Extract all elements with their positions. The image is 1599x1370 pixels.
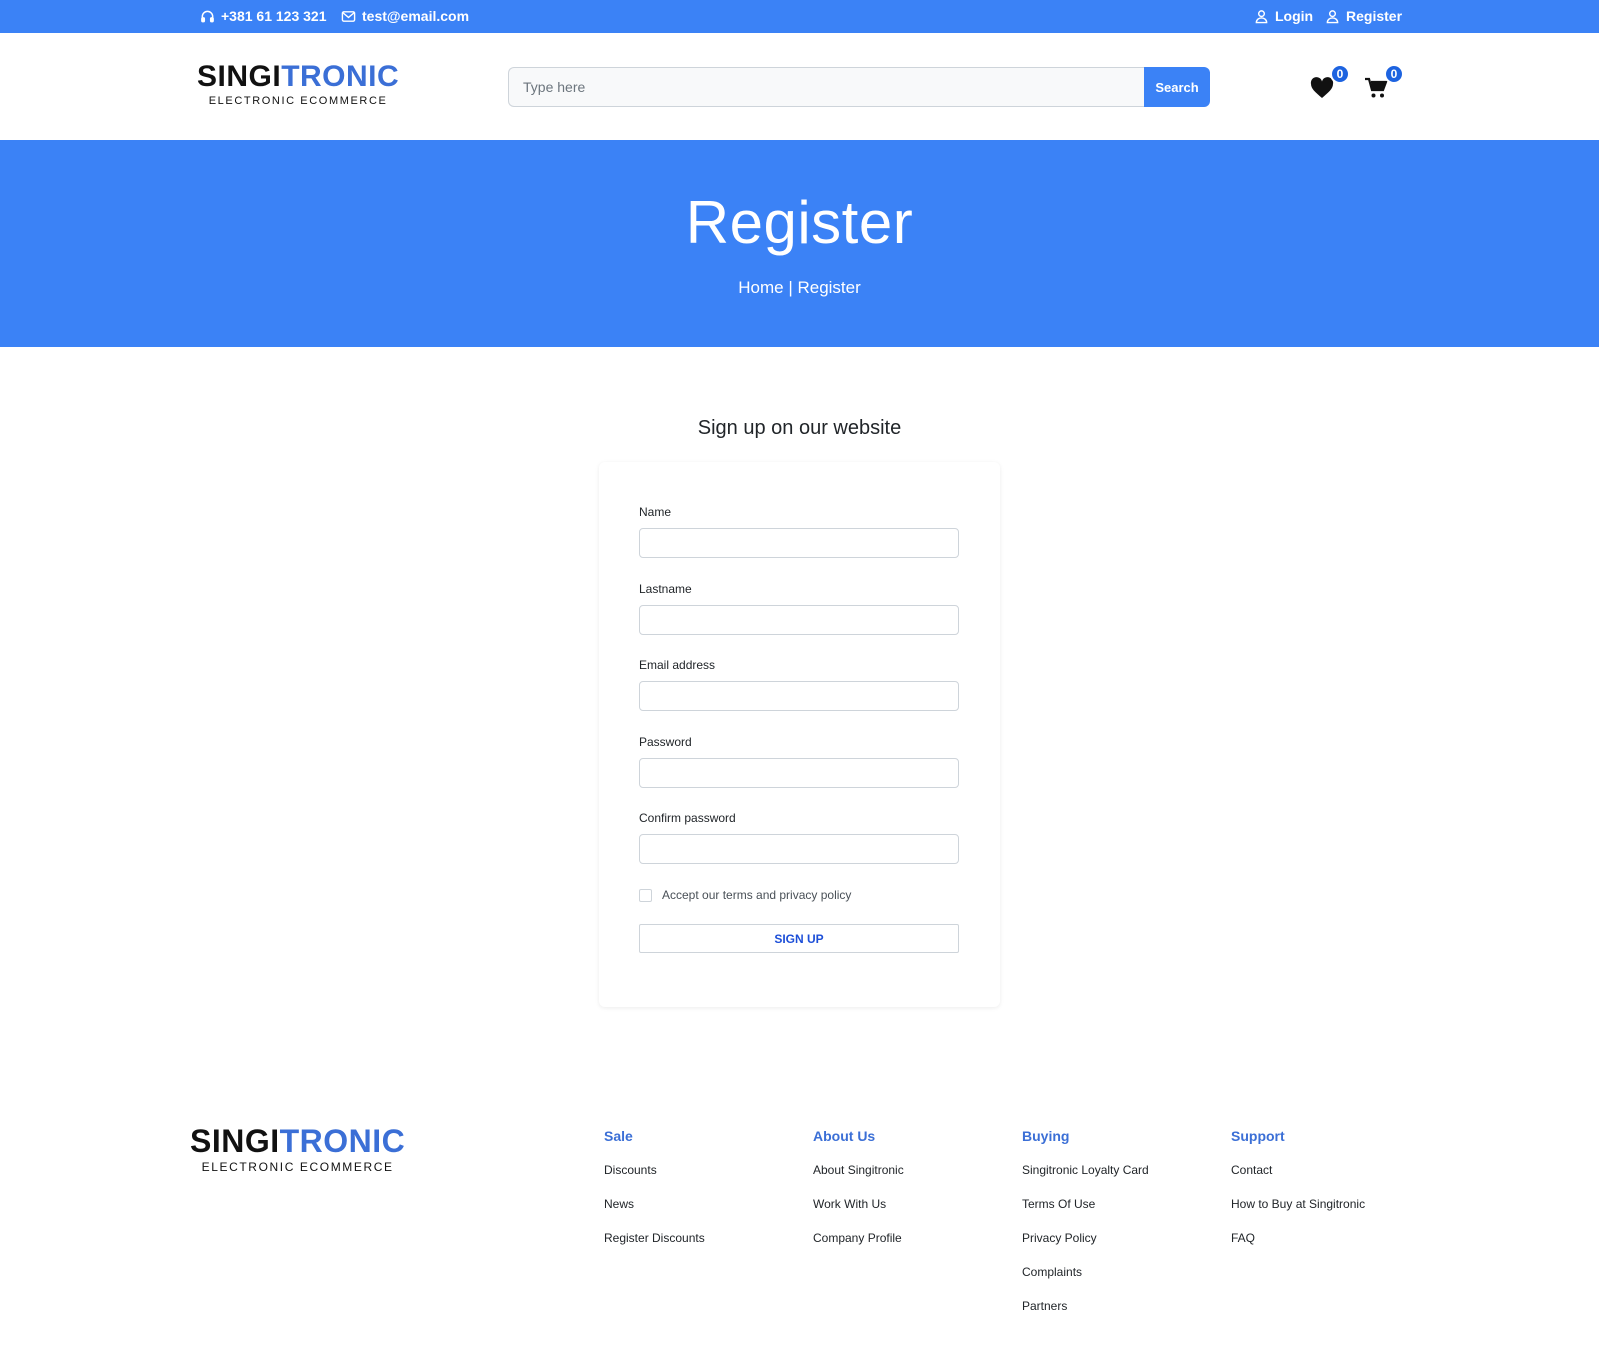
footer-logo[interactable]: SINGITRONIC ELECTRONIC ECOMMERCE xyxy=(190,1125,405,1174)
site-header: SINGITRONIC ELECTRONIC ECOMMERCE Search … xyxy=(0,33,1599,140)
footer-column-buying: Buying Singitronic Loyalty Card Terms Of… xyxy=(1022,1128,1149,1333)
email-field[interactable] xyxy=(639,681,959,711)
confirm-password-field[interactable] xyxy=(639,834,959,864)
password-label: Password xyxy=(639,735,692,749)
email-contact[interactable]: test@email.com xyxy=(341,8,469,24)
footer-link[interactable]: Work With Us xyxy=(813,1197,904,1211)
terms-row: Accept our terms and privacy policy xyxy=(639,888,851,902)
footer-link[interactable]: Contact xyxy=(1231,1163,1365,1177)
name-field[interactable] xyxy=(639,528,959,558)
search-input[interactable] xyxy=(508,67,1144,107)
confirm-password-label: Confirm password xyxy=(639,811,736,825)
footer-link[interactable]: FAQ xyxy=(1231,1231,1365,1245)
name-label: Name xyxy=(639,505,672,519)
page-hero: Register Home | Register xyxy=(0,140,1599,347)
breadcrumb-home[interactable]: Home xyxy=(738,278,783,297)
breadcrumb: Home | Register xyxy=(0,278,1599,298)
cart-count-badge: 0 xyxy=(1384,64,1404,84)
phone-contact[interactable]: +381 61 123 321 xyxy=(200,8,327,24)
search-button[interactable]: Search xyxy=(1144,67,1210,107)
footer-column-title: Sale xyxy=(604,1128,633,1144)
form-heading: Sign up on our website xyxy=(697,417,902,439)
logo-wordmark: SINGITRONIC xyxy=(197,60,400,93)
register-label: Register xyxy=(1346,8,1403,24)
logo-tagline: ELECTRONIC ECOMMERCE xyxy=(208,95,388,107)
cart-icon xyxy=(1365,77,1388,98)
search-bar: Search xyxy=(508,67,1210,107)
footer-link[interactable]: News xyxy=(604,1197,705,1211)
terms-label: Accept our terms and privacy policy xyxy=(662,888,852,902)
footer-column-title: About Us xyxy=(813,1128,876,1144)
email-label: Email address xyxy=(639,658,716,672)
footer-link[interactable]: Terms Of Use xyxy=(1022,1197,1149,1211)
login-label: Login xyxy=(1275,8,1314,24)
wishlist-count-badge: 0 xyxy=(1330,64,1350,84)
footer-column-title: Buying xyxy=(1022,1128,1070,1144)
lastname-field[interactable] xyxy=(639,605,959,635)
footer-link[interactable]: Company Profile xyxy=(813,1231,904,1245)
site-logo[interactable]: SINGITRONIC ELECTRONIC ECOMMERCE xyxy=(197,60,400,108)
email-address: test@email.com xyxy=(362,8,470,24)
user-icon xyxy=(1255,9,1268,23)
footer-link[interactable]: About Singitronic xyxy=(813,1163,904,1177)
footer-link[interactable]: Privacy Policy xyxy=(1022,1231,1149,1245)
user-icon xyxy=(1326,9,1339,23)
login-link[interactable]: Login xyxy=(1254,8,1313,24)
footer-logo-tagline: ELECTRONIC ECOMMERCE xyxy=(201,1160,394,1174)
footer-link[interactable]: How to Buy at Singitronic xyxy=(1231,1197,1365,1211)
footer-link[interactable]: Partners xyxy=(1022,1299,1149,1313)
wishlist-button[interactable]: 0 xyxy=(1310,64,1350,99)
password-field[interactable] xyxy=(639,758,959,788)
footer-link[interactable]: Singitronic Loyalty Card xyxy=(1022,1163,1149,1177)
lastname-label: Lastname xyxy=(639,582,692,596)
footer-link[interactable]: Register Discounts xyxy=(604,1231,705,1245)
headset-icon xyxy=(201,10,214,22)
footer-link[interactable]: Complaints xyxy=(1022,1265,1149,1279)
footer-link[interactable]: Discounts xyxy=(604,1163,705,1177)
heart-icon xyxy=(1310,77,1334,98)
envelope-icon xyxy=(341,10,356,22)
sign-up-button[interactable]: SIGN UP xyxy=(639,924,959,953)
terms-checkbox[interactable] xyxy=(639,888,652,902)
register-link[interactable]: Register xyxy=(1325,8,1402,24)
footer-column-about: About Us About Singitronic Work With Us … xyxy=(813,1128,904,1265)
breadcrumb-current: Register xyxy=(797,278,861,297)
breadcrumb-separator: | xyxy=(788,278,793,297)
footer-column-support: Support Contact How to Buy at Singitroni… xyxy=(1231,1128,1365,1265)
footer-column-title: Support xyxy=(1231,1128,1285,1144)
page-title: Register xyxy=(685,189,914,256)
register-form-card: Name Lastname Email address Password Con… xyxy=(599,462,1000,1007)
footer-column-sale: Sale Discounts News Register Discounts xyxy=(604,1128,705,1265)
phone-number: +381 61 123 321 xyxy=(221,8,327,24)
top-bar: +381 61 123 321 test@email.com Login Reg… xyxy=(0,0,1599,33)
cart-button[interactable]: 0 xyxy=(1364,64,1404,99)
footer-logo-wordmark: SINGITRONIC xyxy=(190,1123,406,1159)
